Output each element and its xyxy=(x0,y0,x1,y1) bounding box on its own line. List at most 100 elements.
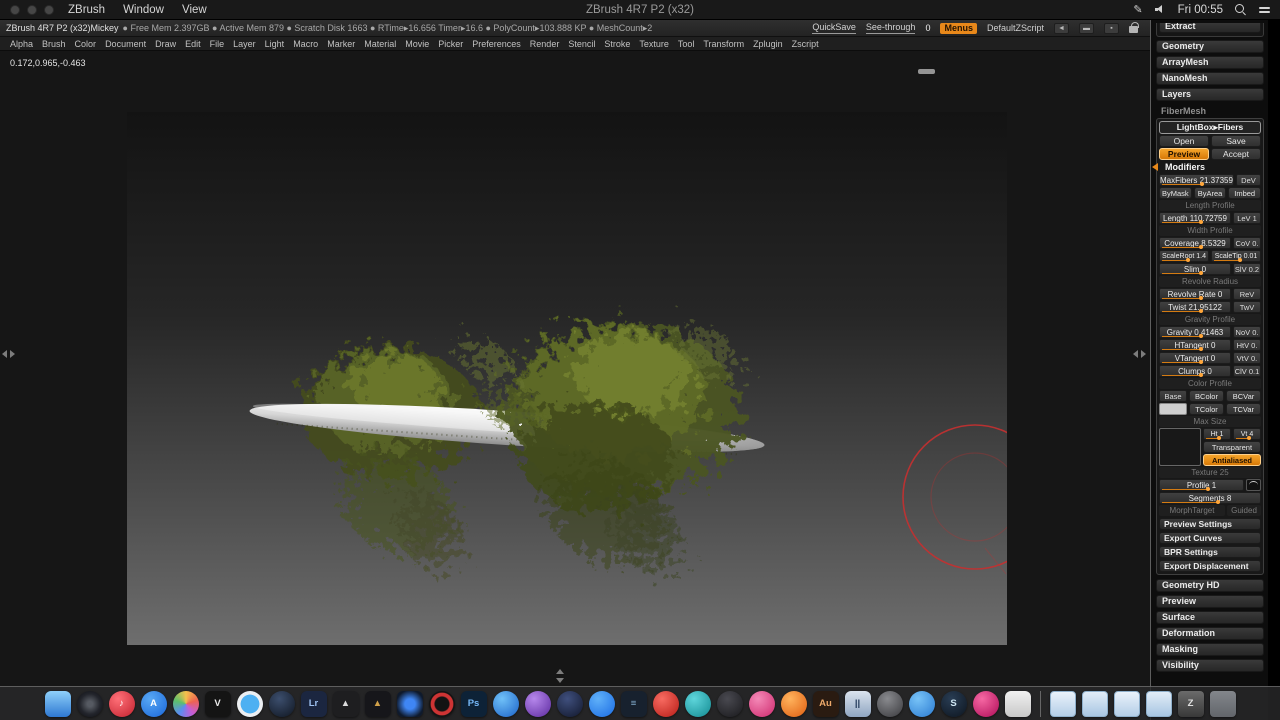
dock-app-store[interactable]: A xyxy=(140,690,167,717)
dock-lens-app[interactable] xyxy=(76,690,103,717)
palette-menu-item[interactable]: Stencil xyxy=(568,39,595,49)
bymask-button[interactable]: ByMask xyxy=(1159,187,1192,199)
base-button[interactable]: Base xyxy=(1159,390,1187,402)
slim-slider[interactable]: Slim 0 xyxy=(1159,263,1231,275)
dock-dark-v-app[interactable]: V xyxy=(204,690,231,717)
palette-menu-item[interactable]: Material xyxy=(364,39,396,49)
scaletip-slider[interactable]: ScaleTip 0.01 xyxy=(1211,250,1261,262)
dock-minimized-window-2[interactable] xyxy=(1081,690,1108,717)
volume-icon[interactable] xyxy=(1154,5,1166,14)
byarea-button[interactable]: ByArea xyxy=(1193,187,1227,199)
dock-minimized-window-1[interactable] xyxy=(1049,690,1076,717)
default-zscript-button[interactable]: DefaultZScript xyxy=(987,23,1044,33)
tray-scrollbar[interactable] xyxy=(1268,20,1280,720)
dock-music[interactable]: ♪ xyxy=(108,690,135,717)
dock-magenta-sphere-app[interactable] xyxy=(972,690,999,717)
tool-subpalette-button[interactable]: Visibility xyxy=(1156,659,1264,672)
clumps-variance-button[interactable]: ClV 0.1 xyxy=(1233,365,1261,377)
dock-orange-sphere-app[interactable] xyxy=(780,690,807,717)
dock-steam[interactable]: S xyxy=(940,690,967,717)
palette-menu-item[interactable]: Color xyxy=(75,39,97,49)
tool-subpalette-button[interactable]: Deformation xyxy=(1156,627,1264,640)
fibermesh-header[interactable]: FiberMesh xyxy=(1156,104,1264,118)
dock-blue-sphere-app[interactable] xyxy=(492,690,519,717)
dock-pink-sphere-app[interactable] xyxy=(748,690,775,717)
gravity-variance-button[interactable]: NoV 0. xyxy=(1233,326,1261,338)
dock-teal-sphere-app[interactable] xyxy=(684,690,711,717)
fiber-texture-thumbnail[interactable] xyxy=(1159,428,1201,466)
bcvar-button[interactable]: BCVar xyxy=(1226,390,1261,402)
bcolor-button[interactable]: BColor xyxy=(1189,390,1224,402)
save-button[interactable]: Save xyxy=(1211,135,1261,147)
dock-blue-glow-app[interactable] xyxy=(396,690,423,717)
palette-menu-item[interactable]: Render xyxy=(530,39,560,49)
ht-slider[interactable]: Ht 1 xyxy=(1203,428,1231,440)
dock-blue-circle-app[interactable] xyxy=(908,690,935,717)
dock-finder[interactable] xyxy=(44,690,71,717)
open-button[interactable]: Open xyxy=(1159,135,1209,147)
gravity-slider[interactable]: Gravity 0.41463 xyxy=(1159,326,1231,338)
twist-variance-button[interactable]: TwV xyxy=(1233,301,1261,313)
palette-menu-item[interactable]: Brush xyxy=(42,39,66,49)
coverage-slider[interactable]: Coverage 8.5329 xyxy=(1159,237,1231,249)
quicksave-button[interactable]: QuickSave xyxy=(812,22,856,34)
preview-settings-button[interactable]: Preview Settings xyxy=(1159,518,1261,530)
tool-subpalette-button[interactable]: Geometry xyxy=(1156,40,1264,53)
tool-subpalette-button[interactable]: Geometry HD xyxy=(1156,579,1264,592)
tool-subpalette-button[interactable]: Layers xyxy=(1156,88,1264,101)
minimize-button[interactable] xyxy=(27,4,37,15)
dock-photoshop[interactable]: Ps xyxy=(460,690,487,717)
canvas-zoom-scrollbar[interactable] xyxy=(918,69,935,74)
dock-silver-triangle-app[interactable]: ▲ xyxy=(332,690,359,717)
dock-dark-blue-list-app[interactable]: ≡ xyxy=(620,690,647,717)
dock-lightroom[interactable]: Lr xyxy=(300,690,327,717)
bpr-settings-button[interactable]: BPR Settings xyxy=(1159,546,1261,558)
dock-photos[interactable] xyxy=(172,690,199,717)
palette-menu-item[interactable]: Document xyxy=(105,39,146,49)
palette-menu-item[interactable]: Zscript xyxy=(792,39,819,49)
notification-center-icon[interactable] xyxy=(1259,5,1270,15)
spotlight-icon[interactable] xyxy=(1235,3,1247,16)
export-displacement-button[interactable]: Export Displacement xyxy=(1159,560,1261,572)
preview-button[interactable]: Preview xyxy=(1159,148,1209,160)
tool-subpalette-button[interactable]: Masking xyxy=(1156,643,1264,656)
palette-menu-item[interactable]: Movie xyxy=(405,39,429,49)
vtangent-slider[interactable]: VTangent 0 xyxy=(1159,352,1231,364)
palette-menu-item[interactable]: Draw xyxy=(155,39,176,49)
layout-icon[interactable]: ▬ xyxy=(1079,22,1094,34)
palette-menu-item[interactable]: Marker xyxy=(327,39,355,49)
transparent-button[interactable]: Transparent xyxy=(1203,441,1261,453)
menubar-menu[interactable]: ZBrush xyxy=(68,4,105,16)
copy-doc-icon[interactable]: ▪ xyxy=(1104,22,1119,34)
dock-zbrush-document[interactable]: Z xyxy=(1177,690,1204,717)
see-through-slider[interactable]: See-through xyxy=(865,22,916,34)
right-tray-divider-handle[interactable] xyxy=(1132,350,1147,358)
accept-button[interactable]: Accept xyxy=(1211,148,1261,160)
dock-gray-sphere-app[interactable] xyxy=(716,690,743,717)
tcolor-button[interactable]: TColor xyxy=(1189,403,1224,415)
revolve-variance-button[interactable]: ReV xyxy=(1233,288,1261,300)
dock-safari[interactable] xyxy=(236,690,263,717)
dock-dark-sphere-app[interactable] xyxy=(268,690,295,717)
lock-icon[interactable] xyxy=(1129,22,1139,33)
revolve-rate-slider[interactable]: Revolve Rate 0 xyxy=(1159,288,1231,300)
palette-menu-item[interactable]: File xyxy=(210,39,225,49)
dock-gold-triangle-app[interactable]: ▲ xyxy=(364,690,391,717)
twist-slider[interactable]: Twist 21.95122 xyxy=(1159,301,1231,313)
palette-menu-item[interactable]: Layer xyxy=(233,39,256,49)
coverage-variance-button[interactable]: CoV 0. xyxy=(1233,237,1261,249)
palette-menu-item[interactable]: Stroke xyxy=(604,39,630,49)
palette-menu-item[interactable]: Light xyxy=(265,39,285,49)
dock-minimized-window-4[interactable] xyxy=(1145,690,1172,717)
palette-menu-item[interactable]: Picker xyxy=(438,39,463,49)
dock-gray-circle-app[interactable] xyxy=(876,690,903,717)
segments-slider[interactable]: Segments 8 xyxy=(1159,492,1261,504)
menubar-menu[interactable]: View xyxy=(182,4,207,16)
density-variance-button[interactable]: DeV xyxy=(1235,174,1261,186)
dock-red-sphere-app[interactable] xyxy=(652,690,679,717)
imbed-button[interactable]: Imbed xyxy=(1228,187,1262,199)
vt-slider[interactable]: Vt 4 xyxy=(1233,428,1261,440)
document-canvas[interactable] xyxy=(127,112,1007,645)
left-tray-divider-handle[interactable] xyxy=(1,350,16,358)
htangent-variance-button[interactable]: HtV 0. xyxy=(1233,339,1261,351)
